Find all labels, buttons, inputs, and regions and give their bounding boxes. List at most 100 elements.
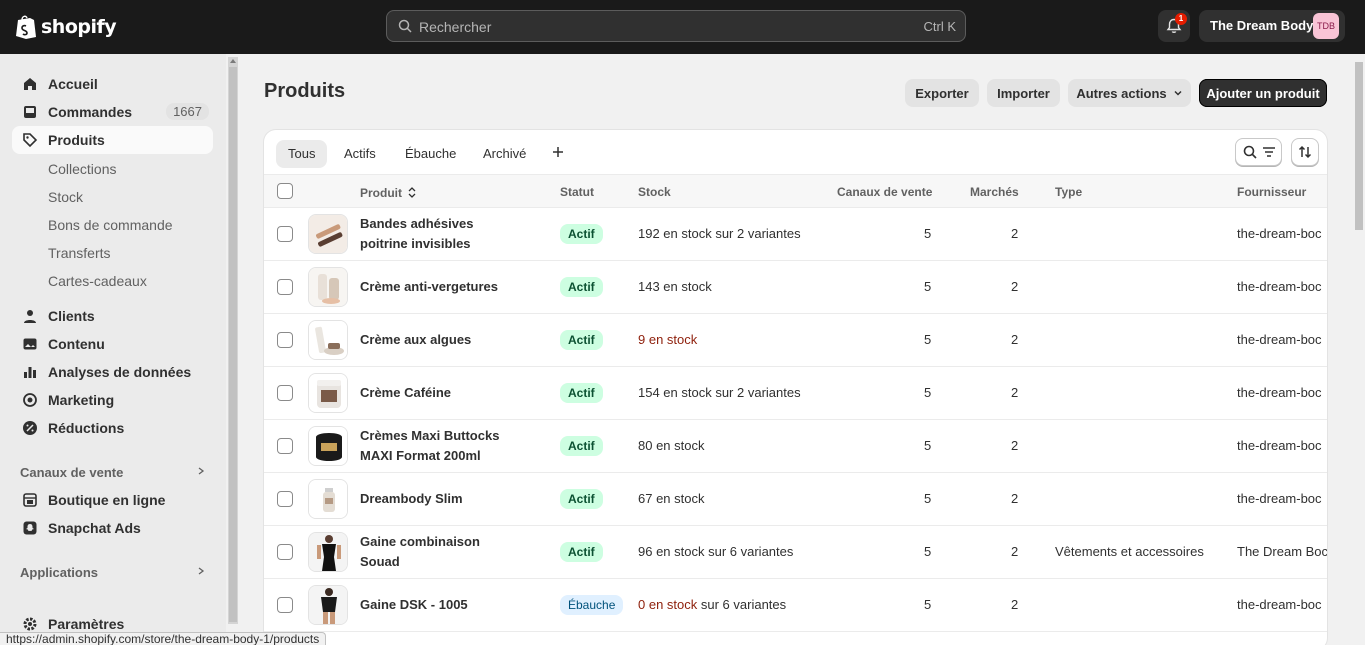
tag-icon [23,133,38,148]
product-name[interactable]: Crème anti-vergetures [360,277,550,297]
markets-cell: 2 [1011,438,1019,453]
search-filter-button[interactable] [1235,138,1282,166]
product-name[interactable]: Gaine DSK - 1005 [360,595,550,615]
sidebar-item-commandes[interactable]: Commandes 1667 [12,98,213,126]
product-thumbnail[interactable] [308,479,348,519]
table-row[interactable]: Crème anti-vergetures Actif 143 en stock… [264,261,1327,314]
table-row[interactable]: Dreambody Slim Actif 67 en stock 5 2 the… [264,473,1327,526]
sidebar-item-clients[interactable]: Clients [12,302,213,330]
table-row[interactable]: Gaine DSK - 1005 Ébauche 0 en stock sur … [264,579,1327,632]
tab-archive[interactable]: Archivé [471,140,538,168]
column-header-stock[interactable]: Stock [638,185,671,199]
sidebar-item-produits[interactable]: Produits [12,126,213,154]
channels-cell: 5 [924,226,932,241]
vendor-cell: the-dream-boc [1237,491,1322,506]
column-header-status[interactable]: Statut [560,185,594,199]
sidebar-item-snapchat[interactable]: Snapchat Ads [12,514,213,542]
column-header-type[interactable]: Type [1055,185,1082,199]
tab-ebauche[interactable]: Ébauche [393,140,468,168]
column-header-markets[interactable]: Marchés [970,185,1019,199]
stock-cell: 9 en stock [638,332,697,347]
sidebar-subitem-transferts[interactable]: Transferts [48,245,111,261]
main-scrollbar[interactable] [1353,54,1365,645]
stock-cell: 80 en stock [638,438,705,453]
sidebar-scrollbar[interactable] [228,57,238,624]
sidebar-subitem-bons-de-commande[interactable]: Bons de commande [48,217,173,233]
store-menu-button[interactable]: The Dream Body TDB [1199,10,1345,42]
product-thumbnail[interactable] [308,214,348,254]
search-input[interactable]: Rechercher Ctrl K [386,10,966,42]
main-scrollbar-thumb[interactable] [1355,62,1363,230]
sidebar-item-label: Clients [48,308,95,324]
scroll-up-arrow-icon[interactable] [229,57,237,65]
table-row[interactable]: Bandes adhésives poitrine invisibles Acti… [264,208,1327,261]
table-row[interactable]: Crèmes Maxi Buttocks MAXI Format 200ml Ac… [264,420,1327,473]
chevron-right-icon[interactable] [197,567,205,575]
sort-icon [1298,145,1312,159]
image-icon [23,338,37,350]
status-badge: Ébauche [560,595,624,615]
sidebar-item-boutique[interactable]: Boutique en ligne [12,486,213,514]
sidebar-subitem-collections[interactable]: Collections [48,161,116,177]
column-header-vendor[interactable]: Fournisseur [1237,185,1306,199]
row-checkbox[interactable] [277,491,293,507]
avatar: TDB [1313,13,1339,39]
sidebar-item-accueil[interactable]: Accueil [12,70,213,98]
product-thumbnail[interactable] [308,373,348,413]
row-checkbox[interactable] [277,385,293,401]
add-view-icon[interactable] [552,146,564,158]
export-button[interactable]: Exporter [905,79,979,107]
row-checkbox[interactable] [277,279,293,295]
tab-actifs[interactable]: Actifs [332,140,388,168]
shopify-logo[interactable]: shopify [15,14,117,39]
product-name[interactable]: Dreambody Slim [360,489,550,509]
row-checkbox[interactable] [277,544,293,560]
product-thumbnail[interactable] [308,267,348,307]
table-row[interactable]: Gaine combinaison Souad Actif 96 en stock… [264,526,1327,579]
brand-name: shopify [41,15,117,38]
row-checkbox[interactable] [277,597,293,613]
sidebar-scrollbar-thumb[interactable] [229,67,237,622]
notifications-button[interactable]: 1 [1158,10,1190,42]
import-button[interactable]: Importer [987,79,1060,107]
link-status-bar: https://admin.shopify.com/store/the-drea… [0,632,327,645]
more-actions-button[interactable]: Autres actions [1068,79,1191,107]
add-product-label: Ajouter un produit [1206,85,1320,101]
product-name[interactable]: Crème aux algues [360,330,550,350]
status-badge: Actif [560,542,603,562]
product-thumbnail[interactable] [308,532,348,572]
sidebar-subitem-stock[interactable]: Stock [48,189,83,205]
select-all-checkbox[interactable] [277,183,293,199]
sidebar-subitem-cartes-cadeaux[interactable]: Cartes-cadeaux [48,273,147,289]
row-checkbox[interactable] [277,438,293,454]
table-row[interactable]: Crème Caféine Actif 154 en stock sur 2 v… [264,367,1327,420]
product-name[interactable]: Crèmes Maxi Buttocks MAXI Format 200ml [360,426,550,466]
row-checkbox[interactable] [277,226,293,242]
sidebar-item-label: Snapchat Ads [48,520,141,536]
sort-button[interactable] [1291,138,1319,166]
sidebar-item-reductions[interactable]: Réductions [12,414,213,442]
product-name[interactable]: Crème Caféine [360,383,550,403]
apps-heading[interactable]: Applications [20,565,98,580]
sidebar-item-analyses[interactable]: Analyses de données [12,358,213,386]
table-row[interactable]: Crème aux algues Actif 9 en stock 5 2 th… [264,314,1327,367]
column-header-channels[interactable]: Canaux de vente [837,185,932,199]
channels-cell: 5 [924,332,932,347]
stock-count: 67 en stock [638,491,705,506]
sidebar-item-contenu[interactable]: Contenu [12,330,213,358]
product-thumbnail[interactable] [308,585,348,625]
add-product-button[interactable]: Ajouter un produit [1199,79,1327,107]
product-thumbnail[interactable] [308,320,348,360]
product-thumbnail[interactable] [308,426,348,466]
search-shortcut: Ctrl K [923,19,957,34]
sidebar-item-marketing[interactable]: Marketing [12,386,213,414]
product-name[interactable]: Gaine combinaison Souad [360,532,550,572]
product-name[interactable]: Bandes adhésives poitrine invisibles [360,214,550,254]
column-label: Produit [360,186,402,200]
tab-tous[interactable]: Tous [276,140,328,168]
chevron-right-icon[interactable] [197,467,205,475]
page-title: Produits [264,80,346,102]
sales-channels-heading[interactable]: Canaux de vente [20,465,123,480]
row-checkbox[interactable] [277,332,293,348]
column-header-product[interactable]: Produit [360,185,416,200]
